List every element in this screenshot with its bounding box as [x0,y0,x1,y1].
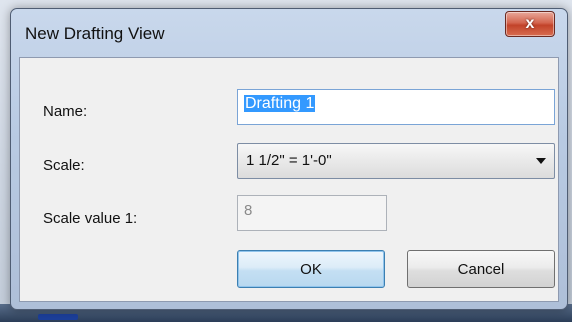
name-label: Name: [43,103,88,120]
new-drafting-view-dialog: New Drafting View x Name: Drafting 1 Sca… [10,8,568,310]
name-input[interactable]: Drafting 1 [237,89,555,125]
cancel-button[interactable]: Cancel [407,250,555,288]
close-icon: x [525,15,535,32]
ok-button-label: OK [300,260,322,278]
dialog-body: Name: Drafting 1 Scale: 1 1/2" = 1'-0" S… [19,57,559,302]
dialog-title: New Drafting View [25,24,165,43]
scale-dropdown-value: 1 1/2" = 1'-0" [246,152,332,169]
ok-button[interactable]: OK [237,250,385,288]
scale-value-field: 8 [237,195,387,231]
close-button[interactable]: x [505,11,555,37]
name-input-selected-text: Drafting 1 [244,95,316,112]
scale-dropdown[interactable]: 1 1/2" = 1'-0" [237,143,555,179]
scale-value-number: 8 [244,202,253,219]
chevron-down-icon[interactable] [536,158,546,164]
scale-label: Scale: [43,157,85,174]
scale-value-label: Scale value 1: [43,210,138,227]
dialog-titlebar[interactable]: New Drafting View x [11,9,567,57]
cancel-button-label: Cancel [457,260,505,278]
taskbar-active-indicator [38,314,78,320]
